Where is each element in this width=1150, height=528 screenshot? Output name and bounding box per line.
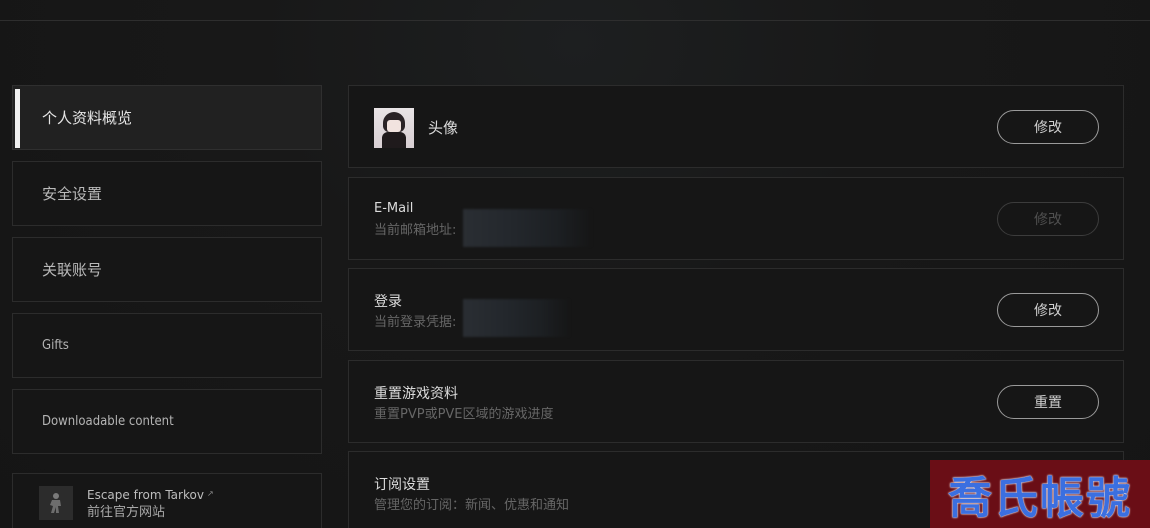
email-title: E-Mail xyxy=(374,201,414,216)
game-site-label: 前往官方网站 xyxy=(87,505,166,520)
email-panel: E-Mail 当前邮箱地址: 修改 xyxy=(348,177,1124,260)
sidebar-item-label: Gifts xyxy=(42,338,69,353)
soldier-icon xyxy=(39,486,73,520)
reset-title: 重置游戏资料 xyxy=(374,386,458,402)
reset-button[interactable]: 重置 xyxy=(997,385,1099,419)
email-subtitle: 当前邮箱地址: xyxy=(374,223,457,238)
header-divider xyxy=(0,20,1150,21)
redacted-login xyxy=(463,299,571,337)
external-link-icon: ↗ xyxy=(206,489,214,498)
watermark: 喬氏帳號 xyxy=(930,460,1150,528)
login-panel: 登录 当前登录凭据: 修改 xyxy=(348,268,1124,351)
sidebar-item-downloadable-content[interactable]: Downloadable content xyxy=(12,389,322,454)
reset-profile-panel: 重置游戏资料 重置PVP或PVE区域的游戏进度 重置 xyxy=(348,360,1124,443)
reset-subtitle: 重置PVP或PVE区域的游戏进度 xyxy=(374,407,554,422)
sidebar-item-linked-accounts[interactable]: 关联账号 xyxy=(12,237,322,302)
sidebar-item-label: 个人资料概览 xyxy=(42,109,133,127)
subscription-subtitle: 管理您的订阅：新闻、优惠和通知 xyxy=(374,498,570,513)
avatar xyxy=(374,108,414,148)
edit-email-button[interactable]: 修改 xyxy=(997,202,1099,236)
game-title: Escape from Tarkov xyxy=(87,488,204,502)
avatar-panel: 头像 修改 xyxy=(348,85,1124,168)
avatar-title: 头像 xyxy=(428,119,459,137)
login-subtitle: 当前登录凭据: xyxy=(374,315,457,330)
sidebar-item-gifts[interactable]: Gifts xyxy=(12,313,322,378)
login-title: 登录 xyxy=(374,294,402,310)
game-site-link[interactable]: Escape from Tarkov ↗ 前往官方网站 xyxy=(12,473,322,528)
sidebar-item-label: 关联账号 xyxy=(42,261,103,279)
profile-page: 个人资料概览 安全设置 关联账号 Gifts Downloadable cont… xyxy=(0,0,1150,528)
redacted-email xyxy=(463,209,593,247)
sidebar-item-label: 安全设置 xyxy=(42,185,103,203)
edit-login-button[interactable]: 修改 xyxy=(997,293,1099,327)
sidebar-item-profile-overview[interactable]: 个人资料概览 xyxy=(12,85,322,150)
edit-avatar-button[interactable]: 修改 xyxy=(997,110,1099,144)
sidebar-item-security-settings[interactable]: 安全设置 xyxy=(12,161,322,226)
sidebar-item-label: Downloadable content xyxy=(42,414,174,429)
subscription-title: 订阅设置 xyxy=(374,477,430,493)
